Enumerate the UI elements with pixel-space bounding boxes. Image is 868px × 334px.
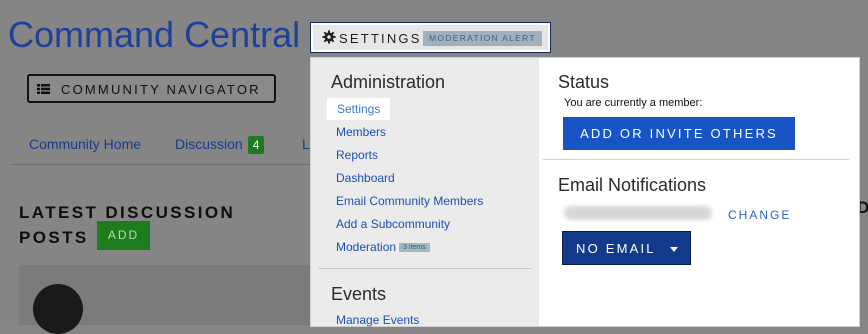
email-frequency-label: NO EMAIL	[576, 241, 656, 256]
divider	[543, 159, 849, 160]
gear-icon	[322, 30, 336, 44]
administration-column: Administration Settings Members Reports …	[311, 58, 539, 327]
menu-item-moderation[interactable]: Moderation 3 items	[336, 240, 430, 254]
menu-item-add-subcommunity[interactable]: Add a Subcommunity	[336, 217, 450, 231]
settings-button[interactable]: SETTINGS MODERATION ALERT	[310, 22, 551, 53]
settings-label: SETTINGS	[339, 31, 422, 46]
moderation-count-badge: 3 items	[399, 243, 430, 253]
caret-down-icon	[670, 247, 678, 252]
add-post-button[interactable]: ADD	[97, 221, 150, 250]
community-navigator-label: COMMUNITY NAVIGATOR	[61, 82, 261, 97]
discussion-count-badge: 4	[247, 136, 265, 154]
tab-discussion[interactable]: Discussion 4	[175, 136, 265, 154]
add-or-invite-button[interactable]: ADD OR INVITE OTHERS	[563, 117, 795, 150]
menu-item-members[interactable]: Members	[336, 125, 386, 139]
list-icon	[37, 84, 50, 94]
menu-item-dashboard[interactable]: Dashboard	[336, 171, 395, 185]
membership-status-text: You are currently a member:	[564, 97, 703, 109]
email-frequency-dropdown[interactable]: NO EMAIL	[562, 231, 691, 265]
moderation-label: Moderation	[336, 240, 397, 254]
community-tabs: Community Home Discussion 4 L	[12, 128, 322, 165]
page-title: Command Central	[8, 14, 301, 55]
menu-item-reports[interactable]: Reports	[336, 148, 378, 162]
change-email-link[interactable]: CHANGE	[728, 208, 791, 222]
divider	[318, 268, 532, 269]
events-heading: Events	[331, 284, 387, 304]
menu-item-manage-events[interactable]: Manage Events	[336, 313, 419, 327]
redacted-email	[564, 206, 712, 220]
administration-heading: Administration	[331, 72, 446, 92]
moderation-alert-badge: MODERATION ALERT	[423, 31, 542, 46]
status-heading: Status	[558, 72, 610, 92]
settings-dropdown: Administration Settings Members Reports …	[310, 57, 860, 327]
tab-library[interactable]: L	[302, 136, 310, 152]
tab-discussion-label: Discussion	[175, 136, 243, 152]
menu-item-settings[interactable]: Settings	[327, 98, 391, 120]
menu-item-email-members[interactable]: Email Community Members	[336, 194, 483, 208]
community-navigator-button[interactable]: COMMUNITY NAVIGATOR	[27, 74, 276, 103]
tab-community-home[interactable]: Community Home	[29, 136, 141, 152]
email-notifications-heading: Email Notifications	[558, 175, 707, 195]
avatar	[33, 284, 83, 334]
